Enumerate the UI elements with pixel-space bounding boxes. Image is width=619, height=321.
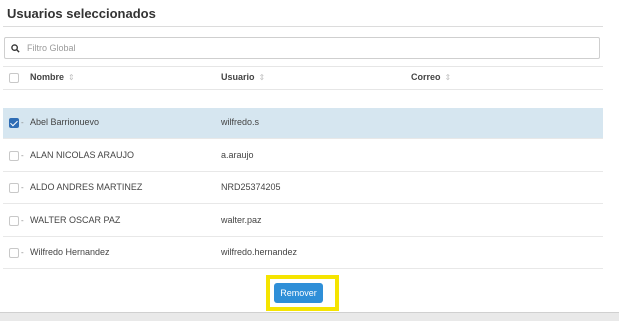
cell-name: Wilfredo Hernandez [30,247,110,257]
column-header-nombre[interactable]: Nombre ⇕ [30,72,75,82]
title-divider [3,26,603,27]
cell-name: WALTER OSCAR PAZ [30,215,121,225]
row-checkbox[interactable] [9,151,19,161]
cell-user: walter.paz [221,215,262,225]
remove-button[interactable]: Remover [274,283,323,303]
table-header: Nombre ⇕ Usuario ⇕ Correo ⇕ [3,66,603,90]
select-all-checkbox[interactable] [9,73,19,83]
global-filter-input[interactable]: Filtro Global [4,37,600,59]
panel-title: Usuarios seleccionados [7,6,156,21]
global-filter-placeholder: Filtro Global [27,43,76,53]
sort-icon: ⇕ [258,73,266,82]
table-row[interactable]: - Abel Barrionuevo wilfredo.s [3,108,603,139]
cell-user: wilfredo.s [221,117,260,127]
cell-name: ALDO ANDRES MARTINEZ [30,182,143,192]
table-row[interactable]: - Wilfredo Hernandez wilfredo.hernandez [3,238,603,269]
remove-button-highlight: Remover [266,275,339,311]
cell-name: Abel Barrionuevo [30,117,100,127]
selected-users-panel: Usuarios seleccionados Filtro Global Nom… [0,0,612,320]
table-row[interactable]: - ALAN NICOLAS ARAUJO a.araujo [3,141,603,172]
search-icon [5,43,25,53]
cell-user: a.araujo [221,150,254,160]
column-header-usuario[interactable]: Usuario ⇕ [221,72,265,82]
row-checkbox[interactable] [9,118,19,128]
row-checkbox[interactable] [9,216,19,226]
sort-icon: ⇕ [68,73,75,82]
row-checkbox[interactable] [9,183,19,193]
table-row[interactable]: - ALDO ANDRES MARTINEZ NRD25374205 [3,173,603,204]
row-checkbox[interactable] [9,248,19,258]
cell-name: ALAN NICOLAS ARAUJO [30,150,135,160]
sort-icon: ⇕ [444,73,452,82]
cell-user: NRD25374205 [221,182,281,192]
column-header-correo[interactable]: Correo ⇕ [411,72,451,82]
cell-user: wilfredo.hernandez [221,247,298,257]
table-row[interactable]: - WALTER OSCAR PAZ walter.paz [3,206,603,237]
